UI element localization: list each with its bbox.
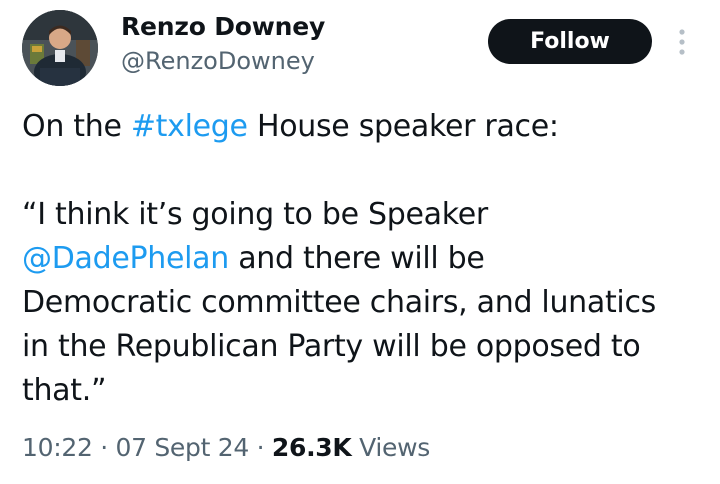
avatar-photo	[22, 10, 98, 86]
tweet-text-segment: and there will be	[228, 241, 485, 276]
tweet-quote-line-4: in the Republican Party will be opposed …	[22, 329, 641, 364]
tweet-date[interactable]: 07 Sept 24	[116, 433, 250, 462]
hashtag-link[interactable]: #txlege	[131, 109, 248, 144]
tweet-quote-line-1: “I think it’s going to be Speaker	[22, 197, 488, 232]
mention-link[interactable]: @DadePhelan	[22, 241, 229, 276]
display-name[interactable]: Renzo Downey	[121, 12, 325, 41]
meta-separator: ·	[248, 433, 272, 462]
tweet-card: Renzo Downey @RenzoDowney Follow On the …	[0, 0, 720, 484]
tweet-meta: 10:22 · 07 Sept 24 · 26.3K Views	[22, 433, 430, 462]
tweet-quote-line-5: that.”	[22, 373, 107, 408]
tweet-text-segment: On the	[22, 109, 131, 144]
meta-separator: ·	[92, 433, 116, 462]
tweet-time[interactable]: 10:22	[22, 433, 93, 462]
tweet-quote-line-2: @DadePhelan and there will be	[22, 237, 712, 281]
avatar[interactable]	[22, 10, 98, 86]
tweet-quote-line-3: Democratic committee chairs, and lunatic…	[22, 285, 656, 320]
views-count: 26.3K	[271, 433, 352, 462]
views-label: Views	[351, 433, 430, 462]
tweet-text-segment: House speaker race:	[247, 109, 559, 144]
tweet-line-1: On the #txlege House speaker race:	[22, 105, 712, 149]
follow-button[interactable]: Follow	[488, 19, 652, 64]
more-vertical-icon[interactable]	[672, 28, 692, 56]
tweet-text: On the #txlege House speaker race: “I th…	[22, 105, 712, 413]
user-handle[interactable]: @RenzoDowney	[121, 47, 315, 75]
